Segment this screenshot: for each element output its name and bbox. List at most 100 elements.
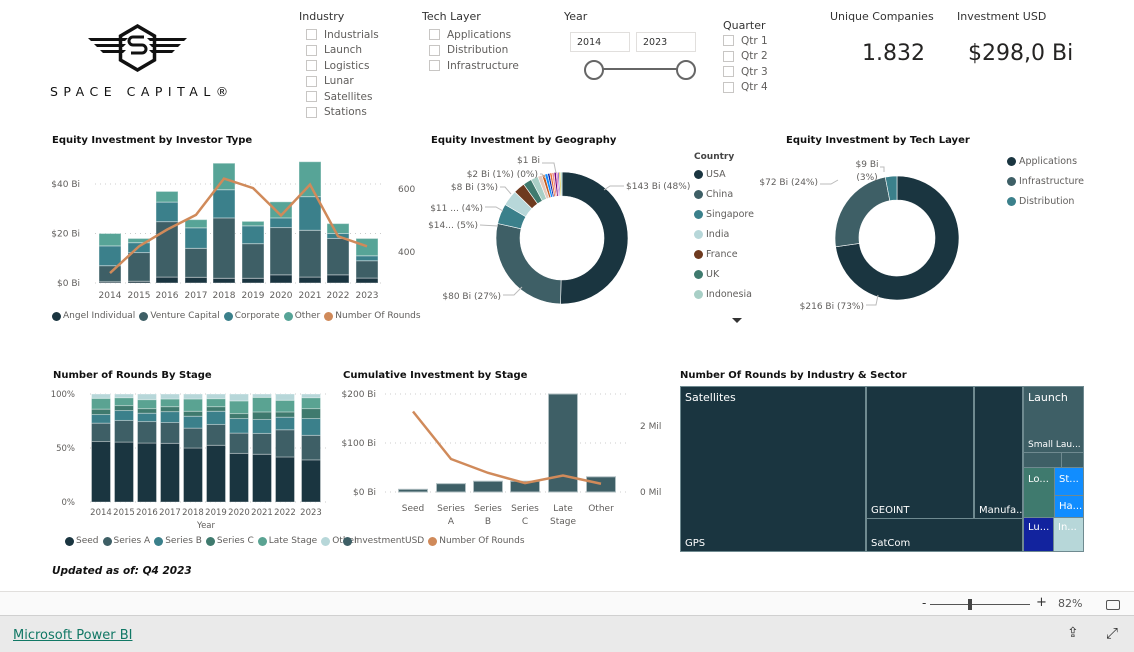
x-tick-label: 2021 [251,508,273,518]
legend-item[interactable]: Seed [65,536,99,546]
zoom-out-button[interactable]: - [922,596,926,610]
legend-dot-icon [65,536,74,546]
legend-dot-icon [324,311,334,321]
treemap-cell-gps[interactable]: Satellites GPS [680,386,866,552]
x-tick-label: 2017 [159,508,181,518]
legend-item[interactable]: France [694,244,754,264]
treemap-cell-launch-other[interactable] [1023,452,1062,468]
bar-segment [114,410,134,421]
legend-item[interactable]: Angel Individual [52,311,135,321]
bar-segment [183,447,203,503]
y2-tick-label: 0 Mil [640,488,661,498]
bar-segment [229,418,249,434]
treemap-cell-stations[interactable]: St... [1054,467,1084,496]
legend-item[interactable]: Other [283,311,320,321]
bar-segment [184,227,208,249]
treemap-cell-satcom[interactable]: SatCom [866,518,1023,552]
legend-item[interactable]: Infrastructure [1007,171,1084,191]
bar-segment [155,190,179,203]
bar-segment [275,399,295,413]
power-bi-link[interactable]: Microsoft Power BI [13,628,132,643]
legend-item[interactable]: Series A [102,536,150,546]
legend-item[interactable]: Series B [154,536,202,546]
data-label: $143 Bi (48%) [626,182,690,192]
bar-segment [114,397,134,407]
legend-label: Series B [165,536,202,546]
bar-segment [275,393,295,401]
legend-item[interactable]: Late Stage [257,536,317,546]
fit-to-page-icon[interactable] [1106,600,1120,610]
label-leader [542,162,557,174]
x-tick-label: Series [437,504,465,514]
y-tick-label: $0 Bi [57,279,80,289]
treemap-cell-launch-other[interactable] [1061,452,1084,468]
donut-slice [834,176,891,248]
x-tick-label: 2023 [300,508,322,518]
legend-item[interactable]: Indonesia [694,284,754,304]
treemap-cell-small-launch[interactable]: Launch Small Lau... [1023,386,1084,453]
zoom-slider-track[interactable] [930,604,1030,605]
bar-segment [212,162,236,191]
zoom-in-button[interactable]: + [1036,595,1047,610]
y-tick-label: 100% [51,390,75,400]
x-tick-label: 2021 [299,291,322,301]
x-tick-label: Stage [550,517,576,527]
bar-segment [355,260,379,279]
legend-item[interactable]: Singapore [694,204,754,224]
legend-dot-icon [1007,196,1016,206]
legend-item[interactable]: USA [694,164,754,184]
investor-type-legend: Angel Individual Venture Capital Corporate… [52,311,421,321]
treemap-cell-lunar[interactable]: Lu... [1023,517,1054,552]
bar-segment [98,233,122,247]
bar-segment [241,277,265,284]
bar-segment [184,219,208,229]
legend-item[interactable]: China [694,184,754,204]
bar [436,483,466,493]
bar-segment [160,442,180,503]
bar-segment [241,243,265,279]
treemap-cell-habitats[interactable]: Ha... [1054,495,1084,518]
legend-dot-icon [321,536,331,546]
legend-item[interactable]: Applications [1007,151,1084,171]
treemap-label: Lo... [1028,474,1049,485]
data-label: $14... (5%) [428,221,478,231]
legend-item[interactable]: India [694,224,754,244]
legend-dot-icon [694,289,703,299]
legend-dot-icon [257,536,267,546]
bar-segment [301,434,321,461]
legend-item[interactable]: Distribution [1007,191,1084,211]
data-label: $11 ... (4%) [430,204,483,214]
tech-layer-legend: Applications Infrastructure Distribution [1007,151,1084,211]
zoom-slider-handle[interactable] [968,599,972,610]
treemap-cell-geoint[interactable]: GEOINT [866,386,974,519]
x-tick-label: 2020 [270,291,293,301]
legend-item[interactable]: Venture Capital [139,311,220,321]
legend-item[interactable]: Corporate [223,311,280,321]
legend-dot-icon [694,209,703,219]
legend-item[interactable]: Number Of Rounds [428,536,525,546]
legend-item[interactable]: InvestmentUSD [343,536,424,546]
bar-segment [206,410,226,425]
y2-tick-label: 600 [398,185,415,195]
legend-scroll-down-icon[interactable] [732,318,742,323]
legend-item[interactable]: UK [694,264,754,284]
share-icon[interactable]: ⇪ [1067,625,1079,641]
bar-segment [241,225,265,245]
bar-segment [269,217,293,229]
treemap-cell-manufacturing[interactable]: Manufa... [974,386,1023,519]
bar [586,476,616,493]
bar-segment [301,408,321,420]
label-leader [485,206,504,212]
legend-dot-icon [694,249,703,259]
legend-dot-icon [52,311,61,321]
x-tick-label: 2014 [90,508,112,518]
legend-item[interactable]: Number Of Rounds [324,311,421,321]
treemap-cell-industrials[interactable]: In... [1053,517,1084,552]
fullscreen-icon[interactable]: ⤢ [1106,624,1118,642]
bar-segment [229,400,249,415]
legend-item[interactable]: Series C [205,536,254,546]
bar-segment [155,201,179,223]
label-leader [880,166,885,172]
legend-dot-icon [694,189,703,199]
treemap-cell-logistics[interactable]: Lo... [1023,467,1055,518]
